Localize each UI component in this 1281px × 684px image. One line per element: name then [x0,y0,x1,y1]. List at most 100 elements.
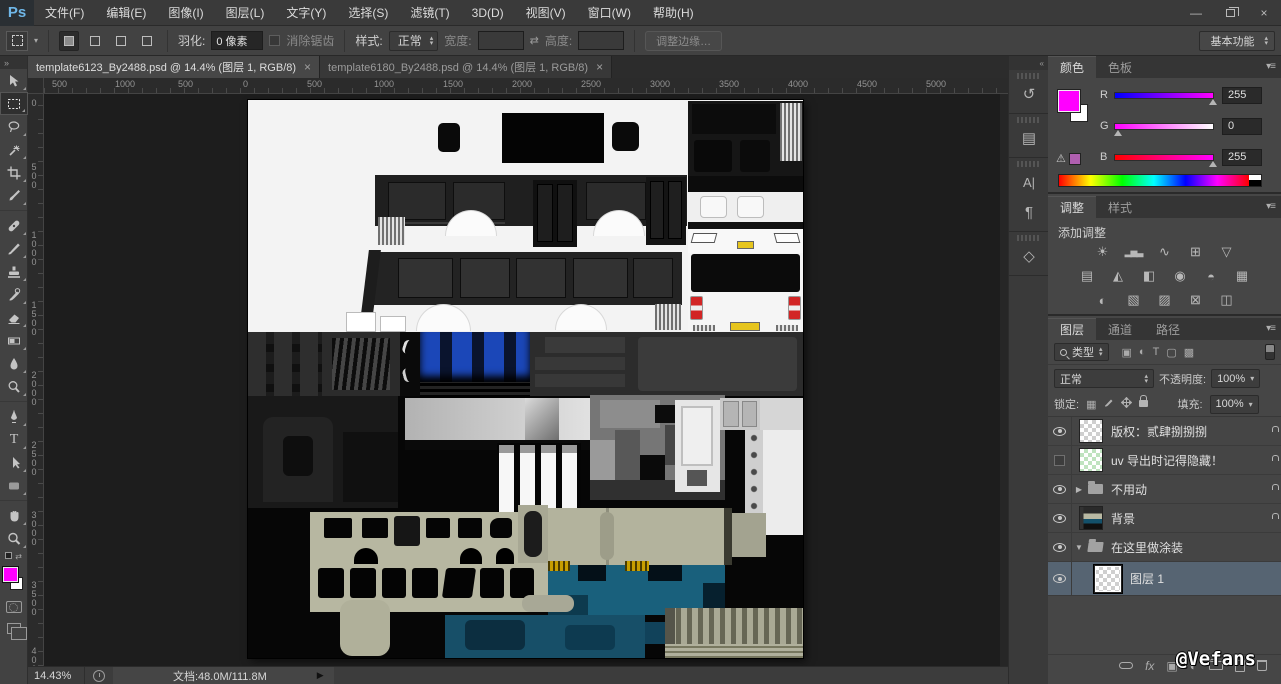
menu-layer[interactable]: 图层(L) [215,0,276,26]
gradient-tool[interactable] [0,329,28,352]
threshold-icon[interactable]: ▨ [1154,291,1176,309]
canvas-viewport[interactable] [44,94,1008,666]
magic-wand-tool[interactable] [0,138,28,161]
pen-tool[interactable] [0,405,28,428]
invert-icon[interactable]: ◐ [1092,291,1114,309]
shape-tool[interactable] [0,474,28,497]
tool-preset-button[interactable] [6,31,28,51]
new-selection-button[interactable] [59,31,79,51]
tab-color[interactable]: 颜色 [1048,56,1096,78]
subtract-selection-button[interactable] [111,31,131,51]
gamut-swatch[interactable] [1069,153,1081,165]
tab-styles[interactable]: 样式 [1096,196,1144,218]
channel-mixer-icon[interactable]: ◓ [1200,267,1222,285]
link-layers-icon[interactable] [1119,662,1133,669]
layer-name[interactable]: 在这里做涂装 [1111,539,1183,556]
blur-tool[interactable] [0,352,28,375]
layer-name[interactable]: 版权：贰肆捌捌捌 [1111,423,1207,440]
tab-close-icon[interactable]: × [304,62,311,72]
lock-position-icon[interactable] [1121,397,1132,411]
menu-select[interactable]: 选择(S) [337,0,399,26]
panel-menu-icon[interactable]: ▾≡ [1266,61,1275,72]
group-expanded-caret[interactable]: ▼ [1072,543,1086,552]
move-tool[interactable] [0,69,28,92]
gradient-map-icon[interactable]: ◫ [1216,291,1238,309]
add-selection-button[interactable] [85,31,105,51]
zoom-level-field[interactable]: 14.43% [28,670,84,682]
tool-preset-caret-icon[interactable]: ▾ [34,36,38,45]
layer-thumbnail[interactable] [1079,419,1103,443]
minimize-button[interactable]: — [1179,3,1213,23]
character-panel-icon[interactable]: A| [1009,167,1049,197]
refine-edge-button[interactable]: 调整边缘… [645,31,722,51]
visibility-toggle[interactable] [1048,504,1072,533]
dodge-tool[interactable] [0,375,28,398]
hue-saturation-icon[interactable]: ▤ [1076,267,1098,285]
color-spectrum-ramp[interactable] [1058,174,1262,187]
foreground-color-swatch[interactable] [3,567,18,582]
visibility-toggle[interactable] [1048,417,1072,446]
group-collapsed-caret[interactable]: ▶ [1072,485,1086,494]
tab-paths[interactable]: 路径 [1144,318,1192,340]
document-size-info[interactable]: 文档:48.0M/111.8M [113,667,307,684]
tab-close-icon[interactable]: × [596,62,603,72]
filter-type-layers-icon[interactable]: T [1153,346,1160,358]
layer-row-group-donottouch[interactable]: ▶ 不用动 [1048,475,1281,504]
history-panel-icon[interactable]: ↺ [1009,79,1049,109]
visibility-toggle[interactable] [1048,533,1072,562]
menu-3d[interactable]: 3D(D) [461,0,515,26]
lock-transparency-icon[interactable]: ▦ [1086,398,1096,411]
hand-tool[interactable] [0,504,28,527]
vibrance-icon[interactable]: ▽ [1216,243,1238,261]
visibility-toggle[interactable] [1048,475,1072,504]
tab-adjustments[interactable]: 调整 [1048,196,1096,218]
filter-shape-layers-icon[interactable]: ▢ [1166,346,1176,359]
photo-filter-icon[interactable]: ◉ [1169,267,1191,285]
layer-thumbnail[interactable] [1079,448,1103,472]
menu-filter[interactable]: 滤镜(T) [399,0,460,26]
visibility-toggle[interactable] [1048,446,1072,475]
layer-name[interactable]: 背景 [1111,510,1135,527]
black-white-icon[interactable]: ◧ [1138,267,1160,285]
close-button[interactable]: × [1247,3,1281,23]
exposure-icon[interactable]: ⊞ [1185,243,1207,261]
filter-pixel-layers-icon[interactable]: ▣ [1122,346,1132,359]
tab-swatches[interactable]: 色板 [1096,56,1144,78]
panel-menu-icon[interactable]: ▾≡ [1266,323,1275,334]
tab-layers[interactable]: 图层 [1048,318,1096,340]
layer-row-group-paint-here[interactable]: ▼ 在这里做涂装 [1048,533,1281,562]
swap-colors-icon[interactable]: ⇄ [15,552,22,561]
gamut-warning[interactable]: ⚠ [1056,152,1081,165]
antialias-checkbox[interactable] [269,35,280,46]
type-tool[interactable]: T [0,428,28,451]
layer-name[interactable]: uv 导出时记得隐藏！ [1111,452,1223,469]
layer-name[interactable]: 图层 1 [1130,570,1164,587]
toolbar-collapse-icon[interactable]: » [0,56,27,69]
eyedropper-tool[interactable] [0,184,28,207]
opacity-dropdown[interactable]: 100% ▾ [1211,369,1260,388]
feather-input[interactable] [211,31,263,50]
lasso-tool[interactable] [0,115,28,138]
document-tab-active[interactable]: template6123_By2488.psd @ 14.4% (图层 1, R… [28,56,320,78]
foreground-color-swatch[interactable] [1058,90,1080,112]
canvas-document[interactable] [248,100,803,658]
blue-slider-thumb[interactable] [1209,161,1217,167]
status-options-icon[interactable]: ▶ [307,667,334,684]
menu-window[interactable]: 窗口(W) [577,0,642,26]
layer-row-layer1-selected[interactable]: 图层 1 [1048,562,1281,596]
delete-layer-icon[interactable] [1257,660,1267,671]
red-slider-thumb[interactable] [1209,99,1217,105]
layer-name[interactable]: 不用动 [1111,481,1147,498]
paragraph-panel-icon[interactable]: ¶ [1009,197,1049,227]
red-slider[interactable] [1114,92,1214,99]
red-value[interactable]: 255 [1222,87,1262,104]
height-input[interactable] [578,31,624,50]
filter-smart-objects-icon[interactable]: ▩ [1184,346,1194,359]
layer-thumbnail[interactable] [1079,506,1103,530]
menu-help[interactable]: 帮助(H) [642,0,705,26]
default-colors-icon[interactable] [5,552,12,559]
blue-value[interactable]: 255 [1222,149,1262,166]
fill-dropdown[interactable]: 100% ▾ [1210,395,1259,414]
panel-menu-icon[interactable]: ▾≡ [1266,201,1275,212]
rectangular-marquee-tool[interactable] [0,92,28,115]
